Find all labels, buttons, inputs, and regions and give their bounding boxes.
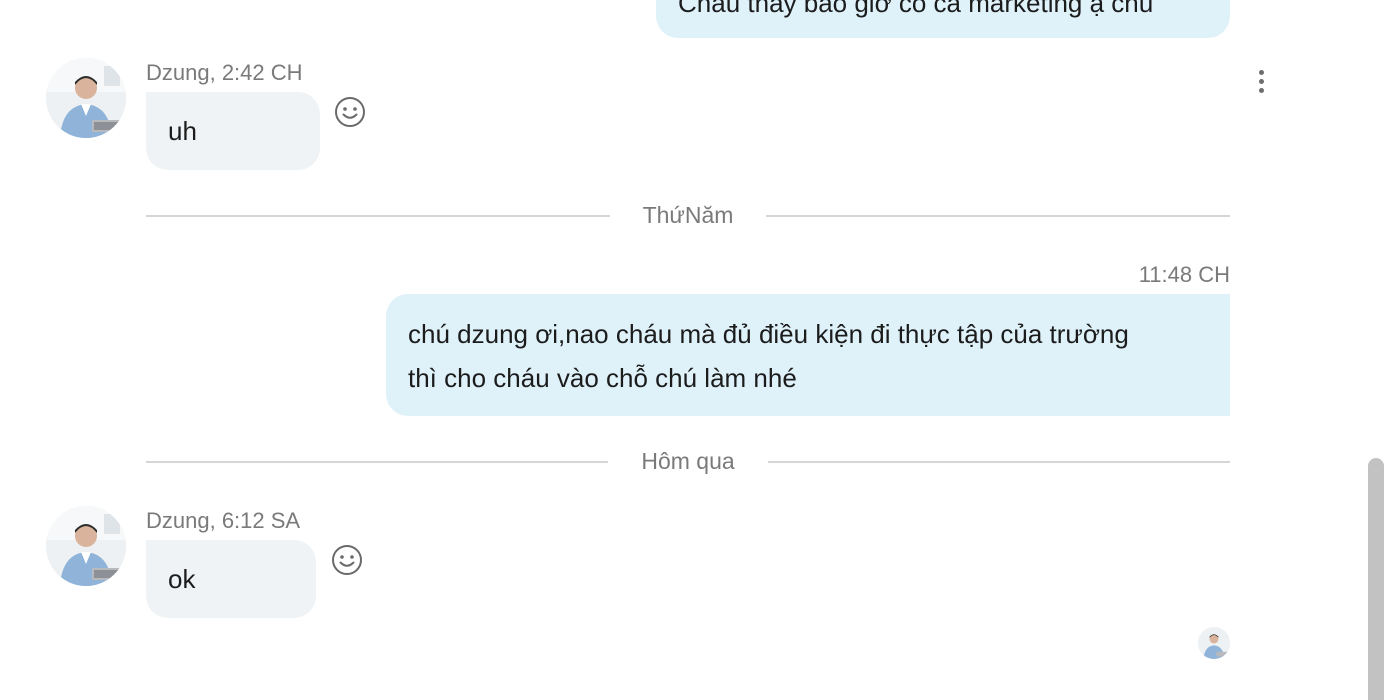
message-text: ok bbox=[168, 564, 196, 594]
react-emoji-icon[interactable] bbox=[334, 96, 366, 128]
message-sender-time: Dzung, 6:12 SA bbox=[146, 508, 301, 533]
date-divider: ThứNăm bbox=[146, 200, 1230, 230]
date-divider: Hôm qua bbox=[146, 446, 1230, 476]
message-sender-time: Dzung, 2:42 CH bbox=[146, 60, 303, 85]
message-text-line: thì cho cháu vào chỗ chú làm nhé bbox=[408, 363, 797, 393]
avatar[interactable] bbox=[46, 58, 126, 138]
avatar-photo-icon bbox=[1198, 627, 1230, 659]
incoming-message-bubble[interactable]: ok bbox=[146, 540, 316, 618]
avatar-photo-icon bbox=[46, 58, 126, 138]
message-text: Cháu thấy bao giờ có cả marketing ạ chú bbox=[678, 0, 1154, 18]
react-emoji-icon[interactable] bbox=[331, 544, 363, 576]
more-options-icon[interactable] bbox=[1252, 68, 1272, 96]
seen-by-avatar bbox=[1198, 627, 1230, 659]
avatar-photo-icon bbox=[46, 506, 126, 586]
avatar[interactable] bbox=[46, 506, 126, 586]
date-divider-label: ThứNăm bbox=[642, 202, 734, 228]
incoming-message-bubble[interactable]: uh bbox=[146, 92, 320, 170]
chat-message-list[interactable]: Cháu thấy bao giờ có cả marketing ạ chú … bbox=[0, 0, 1386, 700]
message-text: uh bbox=[168, 116, 197, 146]
message-time: 11:48 CH bbox=[1138, 262, 1230, 287]
outgoing-message-bubble[interactable]: Cháu thấy bao giờ có cả marketing ạ chú bbox=[656, 0, 1230, 38]
scrollbar-thumb[interactable] bbox=[1368, 458, 1384, 700]
message-text-line: chú dzung ơi,nao cháu mà đủ điều kiện đi… bbox=[408, 319, 1129, 349]
outgoing-message-bubble[interactable]: chú dzung ơi,nao cháu mà đủ điều kiện đi… bbox=[386, 294, 1230, 416]
date-divider-label: Hôm qua bbox=[641, 448, 735, 474]
